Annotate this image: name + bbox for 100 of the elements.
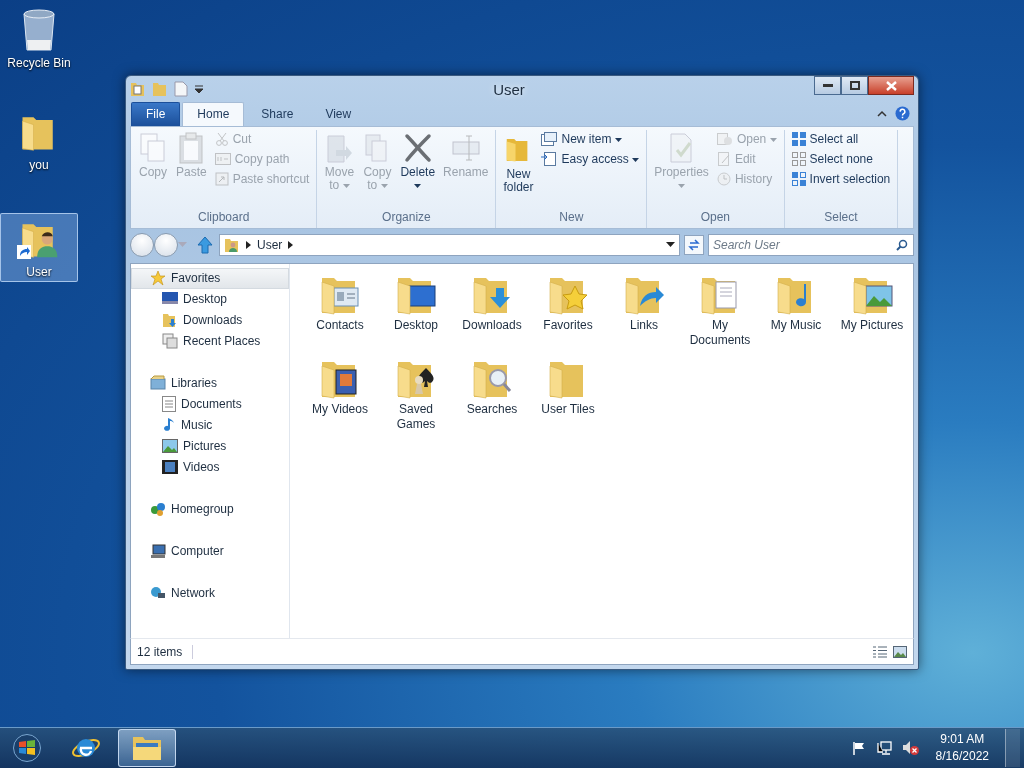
ribbon-tab[interactable]: Share bbox=[246, 102, 309, 126]
copy-path-icon bbox=[214, 153, 231, 165]
maximize-button[interactable] bbox=[841, 76, 868, 95]
explorer-taskbar-button[interactable] bbox=[118, 729, 176, 767]
nav-item[interactable]: Favorites bbox=[131, 268, 289, 289]
invert-selection-button[interactable]: Invert selection bbox=[788, 170, 894, 188]
nav-item[interactable]: Libraries bbox=[131, 373, 289, 394]
film-icon bbox=[162, 460, 178, 474]
customize-caret-icon[interactable] bbox=[194, 84, 204, 94]
address-dropdown-icon[interactable] bbox=[666, 242, 675, 248]
address-bar[interactable]: User bbox=[219, 234, 680, 256]
network-icon[interactable] bbox=[875, 740, 892, 756]
delete-button[interactable]: Delete bbox=[397, 130, 439, 207]
nav-item[interactable]: Downloads bbox=[131, 310, 289, 331]
help-icon[interactable] bbox=[895, 106, 910, 121]
minimize-button[interactable] bbox=[814, 76, 841, 95]
paste-shortcut-icon bbox=[214, 172, 229, 186]
select-all-button[interactable]: Select all bbox=[788, 130, 894, 148]
folder-item[interactable]: Favorites bbox=[530, 268, 606, 335]
copy-icon bbox=[138, 132, 168, 164]
edit-icon bbox=[716, 152, 731, 166]
downloads-folder-icon bbox=[162, 312, 178, 328]
ribbon-group-label: Select bbox=[823, 209, 859, 226]
user-folder-icon bbox=[224, 237, 240, 253]
nav-item[interactable]: Desktop bbox=[131, 289, 289, 310]
ribbon-group-label: Clipboard bbox=[197, 209, 251, 226]
folder-item[interactable]: Contacts bbox=[302, 268, 378, 335]
music-note-icon bbox=[162, 417, 176, 433]
close-icon bbox=[885, 80, 897, 91]
folder-properties-icon[interactable] bbox=[130, 81, 146, 97]
nav-item[interactable]: Network bbox=[131, 583, 289, 604]
rename-icon bbox=[450, 132, 481, 164]
network-icon bbox=[150, 585, 166, 601]
easy-access-icon bbox=[541, 152, 558, 166]
breadcrumb[interactable]: User bbox=[257, 238, 283, 252]
folder-item[interactable]: Searches bbox=[454, 352, 530, 419]
show-desktop-button[interactable] bbox=[1005, 729, 1020, 767]
flag-icon[interactable] bbox=[851, 741, 866, 755]
nav-item[interactable]: Homegroup bbox=[131, 499, 289, 520]
folder-item[interactable]: Desktop bbox=[378, 268, 454, 335]
forward-button[interactable] bbox=[154, 233, 178, 257]
invert-selection-icon bbox=[791, 172, 806, 186]
folder-item[interactable]: Downloads bbox=[454, 268, 530, 335]
folder-item[interactable]: My Music bbox=[758, 268, 834, 335]
desktop-icon-label: you bbox=[29, 158, 49, 172]
close-button[interactable] bbox=[868, 76, 914, 95]
recent-places-icon bbox=[162, 333, 178, 349]
item-count: 12 items bbox=[137, 644, 194, 659]
refresh-icon[interactable] bbox=[684, 235, 704, 255]
large-icons-view-icon[interactable] bbox=[893, 645, 907, 658]
file-menu-tab[interactable]: File bbox=[131, 102, 181, 126]
nav-item[interactable]: Music bbox=[131, 415, 289, 436]
folder-item[interactable]: My Documents bbox=[682, 268, 758, 350]
new-folder-button[interactable]: New folder bbox=[500, 130, 537, 207]
nav-item[interactable]: Videos bbox=[131, 457, 289, 478]
star-icon bbox=[150, 270, 166, 286]
homegroup-icon bbox=[150, 501, 166, 517]
desktop-icon-label: User bbox=[26, 265, 52, 279]
back-button[interactable] bbox=[130, 233, 154, 257]
details-view-icon[interactable] bbox=[873, 645, 887, 658]
desktop-icon[interactable]: User bbox=[0, 213, 78, 282]
nav-item[interactable]: Computer bbox=[131, 541, 289, 562]
select-none-button[interactable]: Select none bbox=[788, 150, 894, 168]
select-all-icon bbox=[791, 132, 806, 146]
ribbon-tab[interactable]: View bbox=[310, 102, 367, 126]
nav-item[interactable]: Documents bbox=[131, 394, 289, 415]
breadcrumb-arrow-icon[interactable] bbox=[288, 241, 294, 249]
move-to-icon bbox=[324, 132, 355, 164]
ribbon-group-label: Open bbox=[699, 209, 732, 226]
window-title: User bbox=[492, 80, 526, 98]
collapse-ribbon-icon[interactable] bbox=[877, 110, 887, 117]
computer-icon bbox=[150, 543, 166, 559]
folder-item[interactable]: Saved Games bbox=[378, 352, 454, 434]
nav-item[interactable]: Recent Places bbox=[131, 331, 289, 352]
ribbon-group-label: Organize bbox=[381, 209, 432, 226]
minimize-icon bbox=[822, 84, 833, 87]
folder-icon bbox=[131, 734, 163, 762]
library-icon bbox=[150, 375, 166, 391]
nav-item[interactable]: Pictures bbox=[131, 436, 289, 457]
desktop-icon[interactable]: Recycle Bin bbox=[0, 4, 78, 73]
select-none-icon bbox=[791, 152, 806, 166]
muted-speaker-icon[interactable] bbox=[901, 740, 920, 756]
open-icon bbox=[716, 132, 733, 146]
easy-access-button[interactable]: Easy access bbox=[538, 150, 643, 168]
history-icon bbox=[716, 172, 731, 186]
folder-item[interactable]: My Videos bbox=[302, 352, 378, 419]
folder-item[interactable]: User Tiles bbox=[530, 352, 606, 419]
search-field[interactable]: Search User bbox=[708, 234, 914, 256]
up-arrow-icon[interactable] bbox=[197, 236, 213, 254]
ribbon-tab[interactable]: Home bbox=[182, 102, 245, 126]
folder-item[interactable]: Links bbox=[606, 268, 682, 335]
document-icon bbox=[162, 396, 176, 412]
breadcrumb-arrow-icon[interactable] bbox=[246, 241, 251, 249]
new-item-button[interactable]: New item bbox=[538, 130, 643, 148]
folder-item[interactable]: My Pictures bbox=[834, 268, 910, 335]
search-icon bbox=[896, 239, 908, 251]
desktop-icon[interactable]: you bbox=[0, 106, 78, 175]
desktop-icon-label: Recycle Bin bbox=[7, 56, 71, 70]
ribbon-group-label: New bbox=[558, 209, 585, 226]
picture-icon bbox=[162, 439, 178, 453]
